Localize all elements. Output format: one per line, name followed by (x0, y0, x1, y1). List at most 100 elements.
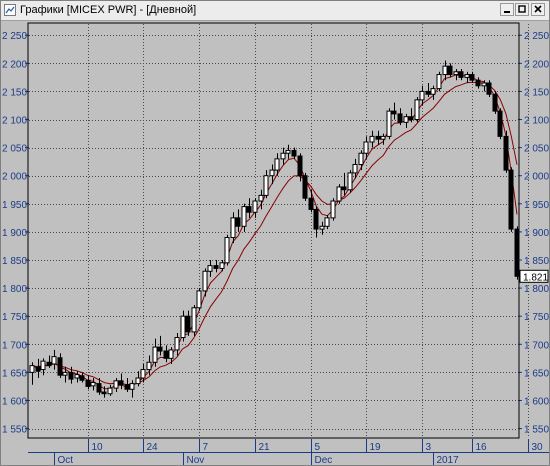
candle-body-up (224, 237, 230, 264)
candle-body-up (62, 371, 68, 376)
candle-body-up (219, 262, 225, 269)
candle-body-down (375, 135, 381, 140)
candle-body-up (369, 135, 375, 143)
price-chart[interactable]: 2 250 2 250 2 200 2 200 2 150 2 150 2 100 2 100… (1, 21, 549, 465)
candle-body-down (475, 79, 481, 87)
last-price-label: 1.821 (523, 272, 548, 283)
candle-body-down (85, 379, 91, 387)
candle (414, 97, 420, 123)
close-icon (534, 5, 542, 13)
y-tick-label: 1 650 (2, 368, 27, 379)
candle-body-down (302, 175, 308, 199)
x-day-label: 16 (476, 442, 488, 453)
candle (508, 167, 514, 232)
y-tick-label: 2 150 (2, 87, 27, 98)
y-tick-label-right: 2 250 (524, 31, 549, 42)
candle-body-up (196, 290, 202, 309)
candle (514, 226, 520, 280)
candle (196, 288, 202, 311)
x-day-label: 10 (92, 442, 104, 453)
candle-body-down (157, 346, 163, 352)
candle-body-down (397, 113, 403, 123)
candle-body-up (324, 217, 330, 227)
y-tick-label-right: 1 650 (524, 368, 549, 379)
candle-body-down (213, 265, 219, 269)
y-tick-label: 2 100 (2, 116, 27, 127)
candle-body-up (280, 152, 286, 160)
y-tick-label: 1 700 (2, 340, 27, 351)
maximize-button[interactable] (515, 3, 529, 16)
candle-body-up (352, 163, 358, 174)
y-tick-label: 1 550 (2, 425, 27, 436)
minimize-icon (504, 11, 510, 13)
candle-body-up (330, 200, 336, 219)
y-tick-label-right: 2 100 (524, 116, 549, 127)
candle-body-up (319, 225, 325, 230)
candle-body-up (269, 169, 275, 177)
y-tick-label: 2 000 (2, 172, 27, 183)
candle (330, 198, 336, 221)
candle-body-up (90, 381, 96, 387)
candle-body-down (492, 93, 498, 112)
y-tick-label: 2 250 (2, 31, 27, 42)
candle (436, 71, 442, 92)
y-tick-label-right: 1 750 (524, 312, 549, 323)
candle-body-up (358, 152, 364, 165)
candle (503, 130, 509, 173)
candle-body-down (486, 82, 492, 95)
y-tick-label: 1 750 (2, 312, 27, 323)
candle-body-down (297, 155, 303, 177)
candle (486, 80, 492, 98)
y-tick-label-right: 1 850 (524, 256, 549, 267)
close-button[interactable] (531, 3, 545, 16)
candle-body-down (308, 197, 314, 210)
y-tick-label-right: 1 600 (524, 396, 549, 407)
candle (191, 304, 197, 336)
candle-body-up (347, 172, 353, 191)
minimize-button[interactable] (500, 3, 514, 16)
candle-body-up (464, 74, 470, 78)
candle-body-down (35, 366, 41, 372)
candle-body-down (57, 357, 63, 376)
candle-body-down (391, 110, 397, 115)
y-tick-label-right: 1 700 (524, 340, 549, 351)
candle (336, 184, 342, 204)
candle-body-down (96, 383, 102, 393)
x-month-label: Dec (315, 455, 333, 465)
candle-body-up (274, 158, 280, 171)
candle-body-down (503, 135, 509, 171)
candle-body-up (285, 149, 291, 154)
candle-body-down (235, 217, 241, 227)
candle-body-up (51, 356, 57, 365)
candle-body-up (263, 175, 269, 196)
candle-body-up (29, 365, 35, 373)
candle-body-up (140, 369, 146, 379)
y-tick-label: 1 600 (2, 396, 27, 407)
candle-body-down (458, 71, 464, 78)
y-tick-label: 2 050 (2, 144, 27, 155)
candle-body-up (403, 116, 409, 123)
candle (347, 170, 353, 193)
y-tick-label: 1 850 (2, 256, 27, 267)
candle-body-up (230, 217, 236, 239)
x-day-label: 3 (426, 442, 432, 453)
candle-body-up (481, 82, 487, 87)
x-month-label: Oct (58, 455, 74, 465)
title-bar: Графики [MICEX PWR] - [Дневной] (1, 1, 549, 21)
candle-body-up (252, 200, 258, 213)
y-tick-label-right: 1 550 (524, 425, 549, 436)
x-axis: 1024721519316301327OctNovDec2017Feb (28, 439, 549, 465)
candle-body-up (207, 265, 213, 272)
candle-body-down (291, 149, 297, 157)
candle-body-down (46, 361, 52, 367)
candle-body-down (246, 206, 252, 213)
candle-body-up (146, 361, 152, 371)
candle (302, 172, 308, 201)
candle-body-down (508, 169, 514, 230)
candle-body-up (107, 387, 113, 395)
window-title: Графики [MICEX PWR] - [Дневной] (20, 4, 197, 16)
y-tick-label-right: 1 800 (524, 284, 549, 295)
x-month-label: 2017 (437, 455, 460, 465)
candle-body-up (180, 315, 186, 339)
candle-body-down (514, 228, 520, 277)
